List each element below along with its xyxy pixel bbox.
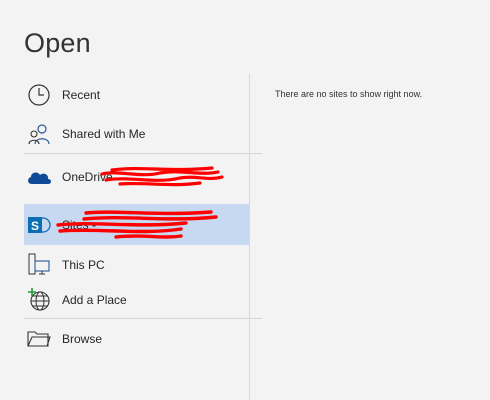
location-label: Browse: [62, 332, 103, 346]
sharepoint-icon: S: [24, 210, 54, 240]
add-globe-icon: [24, 285, 54, 315]
location-browse[interactable]: Browse: [24, 320, 249, 358]
no-sites-message: There are no sites to show right now.: [275, 89, 423, 99]
location-label: OneDrive -: [62, 170, 121, 184]
location-sites[interactable]: S Sites -: [24, 204, 249, 245]
location-onedrive[interactable]: OneDrive -: [24, 158, 249, 196]
folder-icon: [24, 324, 54, 354]
pc-icon: [24, 250, 54, 280]
people-icon: [24, 119, 54, 149]
location-label: Recent: [62, 88, 101, 102]
page-title: Open: [24, 28, 91, 58]
location-label: This PC: [62, 258, 105, 272]
location-label: Sites -: [62, 217, 97, 232]
location-label: Shared with Me: [62, 127, 146, 141]
clock-icon: [24, 80, 54, 110]
panel-divider: [249, 74, 250, 400]
location-add-a-place[interactable]: Add a Place: [24, 281, 249, 319]
section-divider: [24, 318, 262, 319]
section-divider: [24, 153, 262, 154]
svg-text:S: S: [31, 219, 39, 233]
location-this-pc[interactable]: This PC: [24, 246, 249, 284]
location-shared-with-me[interactable]: Shared with Me: [24, 115, 249, 153]
onedrive-icon: [24, 162, 54, 192]
location-label: Add a Place: [62, 293, 127, 307]
location-recent[interactable]: Recent: [24, 76, 249, 114]
